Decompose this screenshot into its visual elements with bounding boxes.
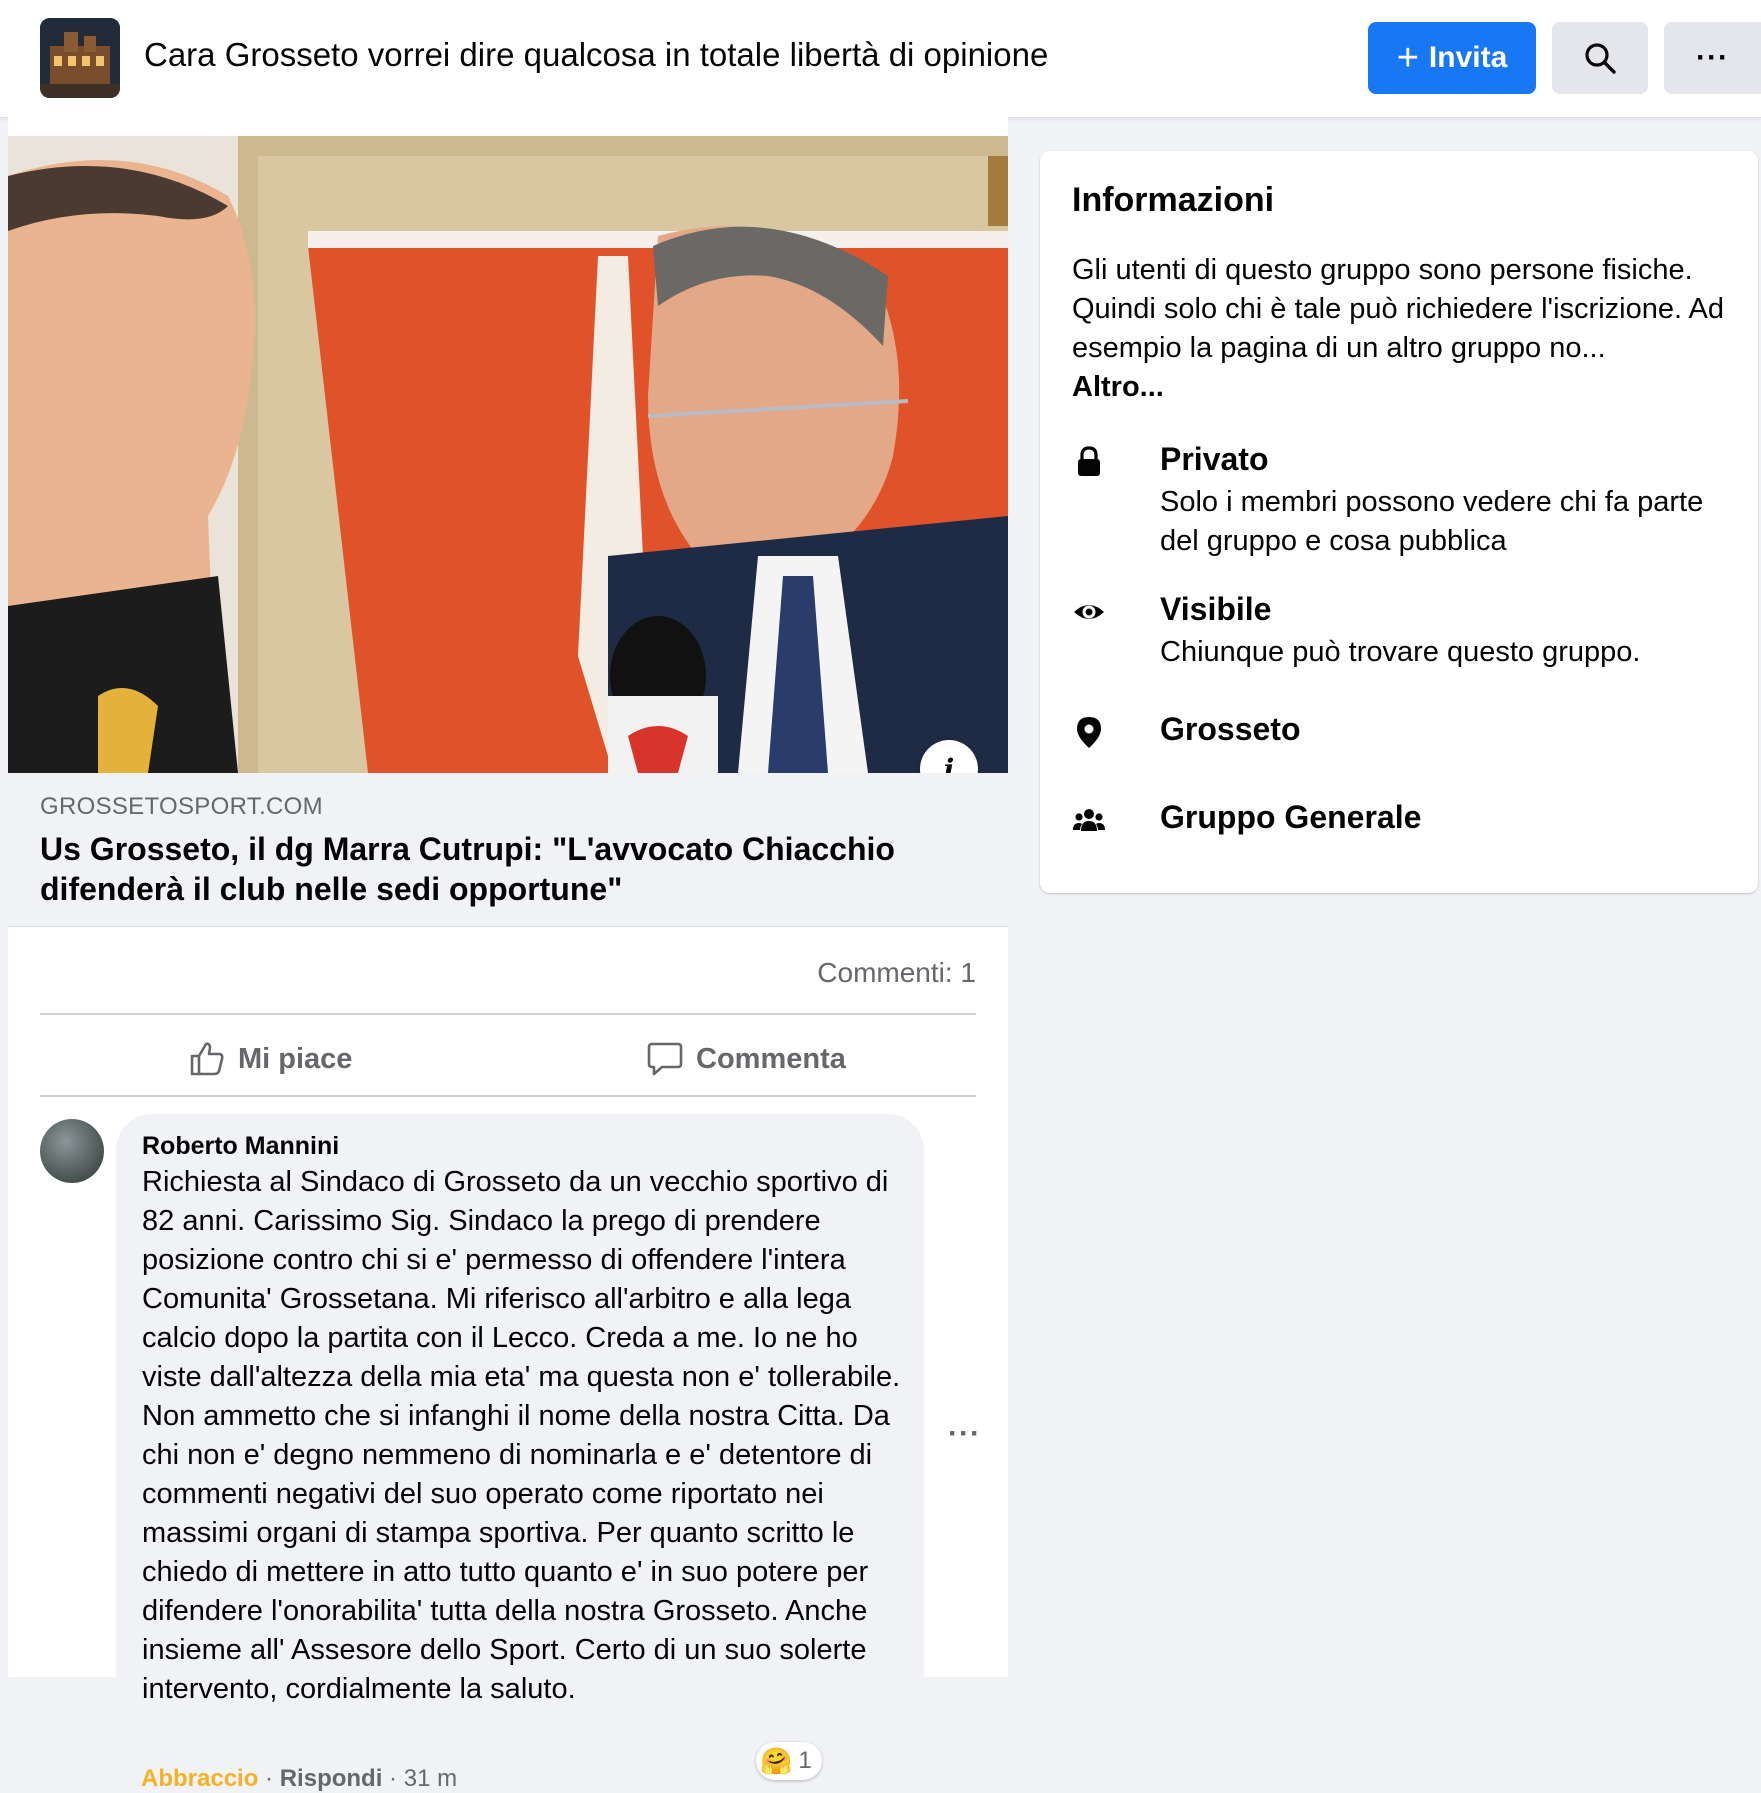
- location-pin-icon: [1077, 717, 1101, 748]
- post-card: i GROSSETOSPORT.COM Us Grosseto, il dg M…: [8, 117, 1008, 1792]
- comment-actions: Abbraccio · Rispondi · 31 m: [141, 1765, 457, 1793]
- group-header: Cara Grosseto vorrei dire qualcosa in to…: [0, 0, 1761, 118]
- divider: [40, 1095, 976, 1097]
- privacy-label: Privato: [1160, 441, 1269, 477]
- comment-author[interactable]: Roberto Mannini: [142, 1132, 339, 1161]
- about-description-text: Gli utenti di questo gruppo sono persone…: [1072, 254, 1724, 364]
- eye-icon: [1074, 605, 1104, 619]
- reaction-summary[interactable]: 🤗 1: [756, 1742, 822, 1780]
- like-label: Mi piace: [238, 1042, 353, 1075]
- reply-link[interactable]: Rispondi: [280, 1765, 383, 1792]
- comment-label: Commenta: [696, 1042, 846, 1075]
- search-icon: [1585, 43, 1616, 74]
- invite-label: Invita: [1428, 41, 1508, 74]
- link-title[interactable]: Us Grosseto, il dg Marra Cutrupi: "L'avv…: [40, 829, 940, 909]
- see-more-link[interactable]: Altro...: [1072, 371, 1164, 403]
- comment-icon: [647, 1042, 683, 1076]
- visibility-description: Chiunque può trovare questo gruppo.: [1160, 636, 1641, 668]
- location-label: Grosseto: [1160, 711, 1301, 747]
- comment-options-button[interactable]: ···: [948, 1417, 981, 1451]
- hug-reaction-link[interactable]: Abbraccio: [141, 1765, 258, 1792]
- search-button[interactable]: [1552, 22, 1648, 94]
- like-icon: [190, 1042, 224, 1076]
- group-avatar[interactable]: [40, 18, 120, 98]
- comments-count[interactable]: Commenti: 1: [817, 957, 976, 989]
- privacy-description: Solo i membri possono vedere chi fa part…: [1160, 486, 1704, 557]
- plus-icon: +: [1396, 37, 1419, 79]
- divider: [40, 1013, 976, 1015]
- group-cover-thumbnail: [40, 18, 120, 98]
- lock-icon: [1078, 446, 1100, 476]
- like-button[interactable]: Mi piace: [188, 1035, 352, 1083]
- group-icon: [1073, 809, 1105, 831]
- visibility-label: Visibile: [1160, 591, 1272, 627]
- more-icon: ···: [1696, 41, 1729, 74]
- post-link-image[interactable]: [8, 136, 1008, 773]
- about-heading: Informazioni: [1072, 181, 1275, 219]
- invite-button[interactable]: + Invita: [1368, 22, 1536, 94]
- separator: ·: [265, 1765, 274, 1792]
- comment-timestamp[interactable]: 31 m: [404, 1765, 457, 1792]
- about-card: Informazioni Gli utenti di questo gruppo…: [1040, 151, 1758, 893]
- interview-photo: [8, 136, 1008, 773]
- separator: ·: [389, 1765, 398, 1792]
- link-preview[interactable]: GROSSETOSPORT.COM Us Grosseto, il dg Mar…: [8, 773, 1008, 927]
- comment-bubble: Roberto Mannini Richiesta al Sindaco di …: [116, 1114, 924, 1762]
- link-domain: GROSSETOSPORT.COM: [40, 793, 323, 820]
- group-title[interactable]: Cara Grosseto vorrei dire qualcosa in to…: [144, 36, 1048, 74]
- comment-text: Richiesta al Sindaco di Grosseto da un v…: [142, 1166, 901, 1705]
- group-type-label: Gruppo Generale: [1160, 799, 1422, 835]
- more-options-button[interactable]: ···: [1664, 22, 1761, 94]
- avatar[interactable]: [40, 1119, 104, 1183]
- about-description: Gli utenti di questo gruppo sono persone…: [1072, 251, 1742, 407]
- reaction-count: 1: [798, 1747, 812, 1774]
- comment-button[interactable]: Commenta: [646, 1035, 846, 1083]
- hug-reaction-icon: 🤗: [760, 1745, 793, 1776]
- more-icon: ···: [948, 1417, 981, 1450]
